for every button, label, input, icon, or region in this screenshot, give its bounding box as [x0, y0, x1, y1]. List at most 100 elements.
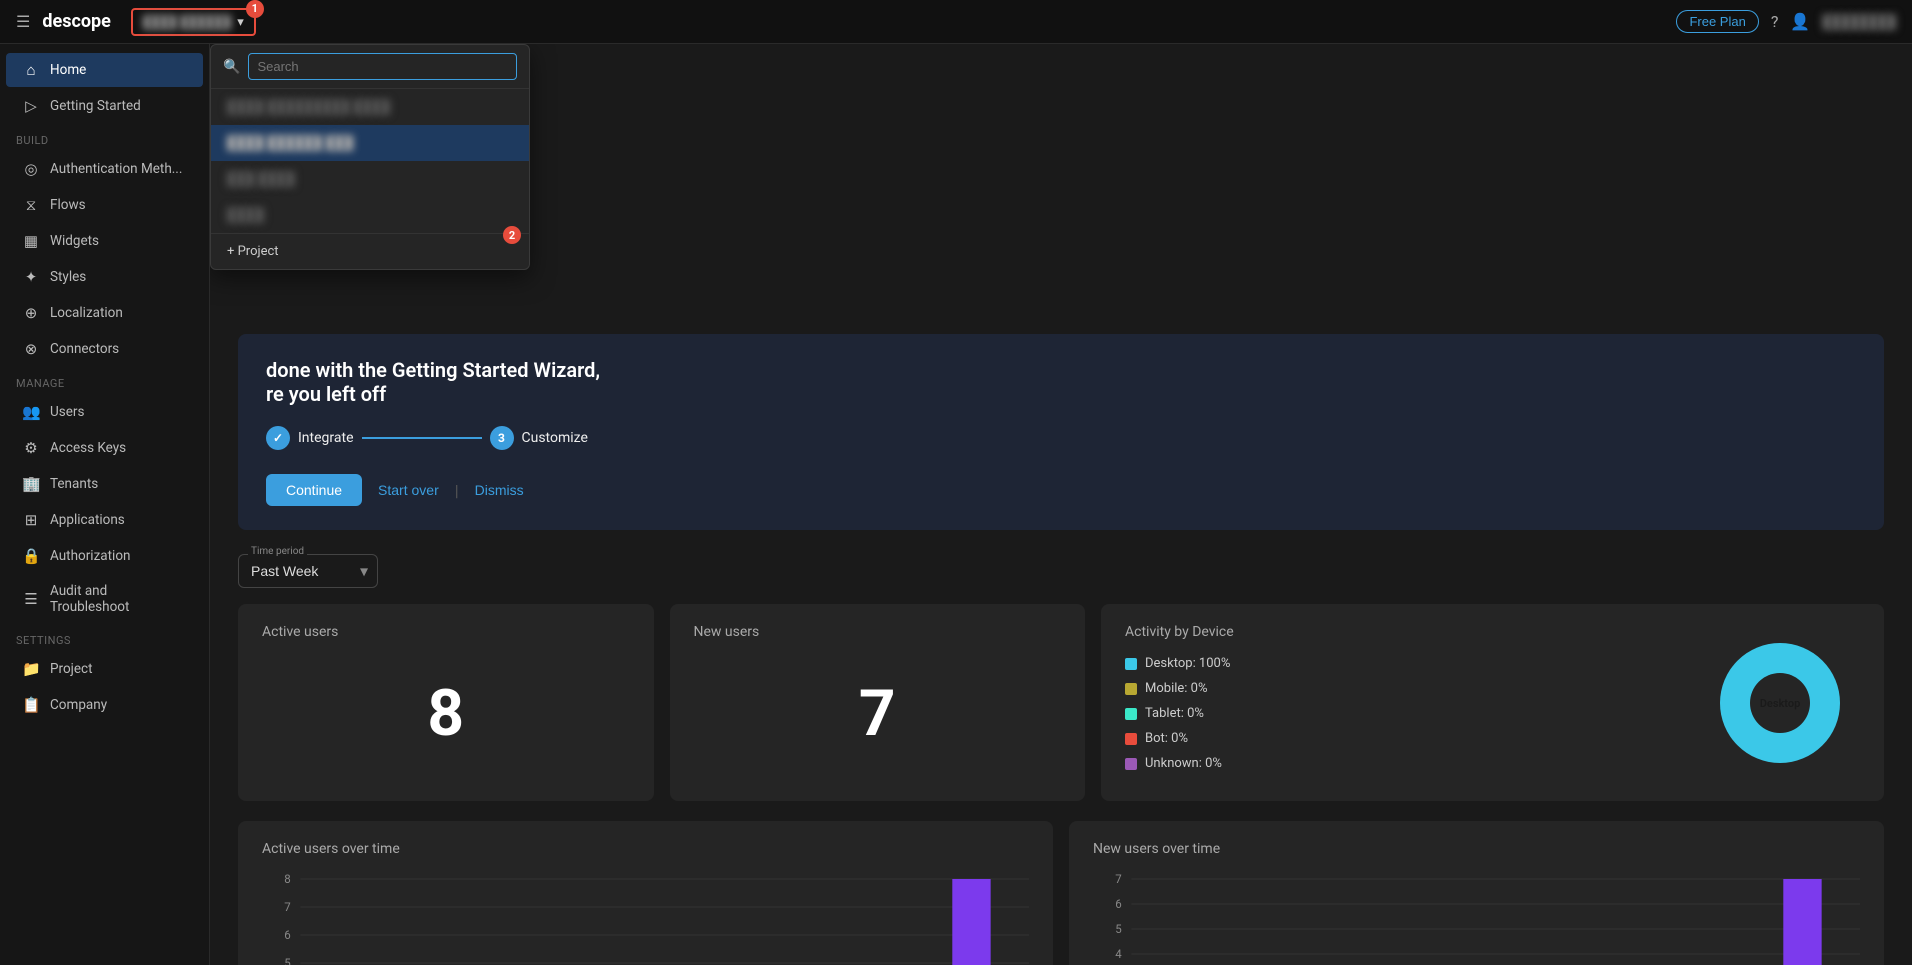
body-wrap: ⌂ Home ▷ Getting Started Build ◎ Authent… [0, 44, 1912, 965]
sidebar-item-flows[interactable]: ⧖ Flows [6, 188, 203, 222]
sidebar-item-tenants[interactable]: 🏢 Tenants [6, 467, 203, 501]
sidebar-item-auth-methods[interactable]: ◎ Authentication Meth... [6, 152, 203, 186]
time-period-select-wrap: Time period Past Week Past Month Past Ye… [238, 554, 378, 588]
access-keys-icon: ⚙ [22, 439, 40, 457]
gs-divider: | [455, 481, 459, 500]
project-dropdown: 🔍 ████ █████████ ████ ████ ██████ ███ ██… [210, 44, 530, 270]
dropdown-item-3[interactable]: ███ ████ [211, 161, 529, 197]
time-period-row: Time period Past Week Past Month Past Ye… [238, 554, 1884, 588]
free-plan-button[interactable]: Free Plan [1676, 10, 1758, 33]
sidebar-item-flows-label: Flows [50, 197, 86, 213]
main-content: 🔍 ████ █████████ ████ ████ ██████ ███ ██… [210, 44, 1912, 965]
sidebar-item-applications[interactable]: ⊞ Applications [6, 503, 203, 537]
y-label-6: 6 [284, 928, 291, 942]
sidebar-item-connectors-label: Connectors [50, 341, 119, 357]
sidebar-item-company-label: Company [50, 697, 107, 713]
sidebar-item-authorization-label: Authorization [50, 548, 130, 564]
gs-step-line-1 [362, 437, 482, 439]
time-period-select[interactable]: Past Week Past Month Past Year [238, 554, 378, 588]
sidebar-item-audit[interactable]: ☰ Audit and Troubleshoot [6, 575, 203, 623]
section-manage-label: Manage [0, 367, 209, 394]
search-icon: 🔍 [223, 59, 240, 75]
new-users-over-time-card: New users over time 7 6 5 [1069, 821, 1884, 965]
widgets-icon: ▦ [22, 232, 40, 250]
badge-2: 2 [503, 226, 521, 244]
activity-by-device-card: Activity by Device Desktop: 100% Mobile:… [1101, 604, 1884, 801]
legend-dot-unknown [1125, 758, 1137, 770]
new-users-value: 7 [694, 656, 1062, 771]
continue-button[interactable]: Continue [266, 474, 362, 506]
sidebar-item-getting-started-label: Getting Started [50, 98, 141, 114]
sidebar-item-authorization[interactable]: 🔒 Authorization [6, 539, 203, 573]
legend-mobile: Mobile: 0% [1125, 681, 1680, 696]
new-users-over-time-title: New users over time [1093, 841, 1860, 857]
sidebar-item-applications-label: Applications [50, 512, 125, 528]
dismiss-button[interactable]: Dismiss [475, 482, 524, 498]
section-settings-label: Settings [0, 624, 209, 651]
ny-label-5: 5 [1115, 922, 1122, 936]
project-icon: 📁 [22, 660, 40, 678]
gs-steps: ✓ Integrate 3 Customize [266, 426, 1856, 450]
active-users-value: 8 [262, 656, 630, 771]
chart-cards-row: Active users over time 8 7 6 [238, 821, 1884, 965]
sidebar-item-project[interactable]: 📁 Project [6, 652, 203, 686]
ny-label-4: 4 [1115, 947, 1122, 961]
sidebar-item-home[interactable]: ⌂ Home [6, 53, 203, 87]
project-selector[interactable]: ████ ██████ ▾ 1 [131, 8, 256, 36]
sidebar-item-tenants-label: Tenants [50, 476, 98, 492]
new-users-chart-svg: 7 6 5 4 3 [1093, 869, 1860, 965]
company-icon: 📋 [22, 696, 40, 714]
dropdown-item-2[interactable]: ████ ██████ ███ [211, 125, 529, 161]
sidebar-item-styles[interactable]: ✦ Styles [6, 260, 203, 294]
sidebar-item-users[interactable]: 👥 Users [6, 395, 203, 429]
sidebar-item-access-keys[interactable]: ⚙ Access Keys [6, 431, 203, 465]
sidebar-item-users-label: Users [50, 404, 84, 420]
user-icon[interactable]: 👤 [1790, 12, 1810, 31]
legend-unknown-label: Unknown: 0% [1145, 756, 1222, 771]
legend-dot-mobile [1125, 683, 1137, 695]
legend-dot-desktop [1125, 658, 1137, 670]
project-selector-button[interactable]: ████ ██████ ▾ [131, 8, 256, 36]
sidebar-item-access-keys-label: Access Keys [50, 440, 126, 456]
sidebar-item-getting-started[interactable]: ▷ Getting Started [6, 89, 203, 123]
gs-actions: Continue Start over | Dismiss [266, 474, 1856, 506]
y-label-7: 7 [284, 900, 291, 914]
sidebar-item-connectors[interactable]: ⊗ Connectors [6, 332, 203, 366]
legend-bot: Bot: 0% [1125, 731, 1680, 746]
legend-unknown: Unknown: 0% [1125, 756, 1680, 771]
legend-desktop: Desktop: 100% [1125, 656, 1680, 671]
authorization-icon: 🔒 [22, 547, 40, 565]
add-project-button[interactable]: + Project 2 [211, 233, 529, 269]
legend-bot-label: Bot: 0% [1145, 731, 1188, 746]
active-users-bar [952, 879, 990, 965]
applications-icon: ⊞ [22, 511, 40, 529]
section-build-label: Build [0, 124, 209, 151]
styles-icon: ✦ [22, 268, 40, 286]
sidebar-item-widgets[interactable]: ▦ Widgets [6, 224, 203, 258]
help-icon[interactable]: ? [1771, 12, 1779, 31]
active-users-over-time-card: Active users over time 8 7 6 [238, 821, 1053, 965]
dropdown-item-1[interactable]: ████ █████████ ████ [211, 89, 529, 125]
dropdown-item-4[interactable]: ████ [211, 197, 529, 233]
hamburger-icon[interactable]: ☰ [16, 12, 30, 31]
home-icon: ⌂ [22, 61, 40, 79]
active-users-over-time-title: Active users over time [262, 841, 1029, 857]
sidebar-item-project-label: Project [50, 661, 93, 677]
dropdown-arrow-icon: ▾ [237, 14, 244, 30]
sidebar-item-localization[interactable]: ⊕ Localization [6, 296, 203, 330]
getting-started-icon: ▷ [22, 97, 40, 115]
device-chart-area: Desktop [1700, 624, 1860, 781]
tenants-icon: 🏢 [22, 475, 40, 493]
start-over-button[interactable]: Start over [378, 482, 439, 498]
sidebar-item-company[interactable]: 📋 Company [6, 688, 203, 722]
ny-label-6: 6 [1115, 897, 1122, 911]
donut-svg: Desktop [1710, 633, 1850, 773]
sidebar-item-styles-label: Styles [50, 269, 86, 285]
dropdown-search-row: 🔍 [211, 45, 529, 89]
sidebar: ⌂ Home ▷ Getting Started Build ◎ Authent… [0, 44, 210, 965]
getting-started-banner: done with the Getting Started Wizard, re… [238, 334, 1884, 530]
legend-dot-tablet [1125, 708, 1137, 720]
search-input[interactable] [248, 53, 517, 80]
connectors-icon: ⊗ [22, 340, 40, 358]
localization-icon: ⊕ [22, 304, 40, 322]
